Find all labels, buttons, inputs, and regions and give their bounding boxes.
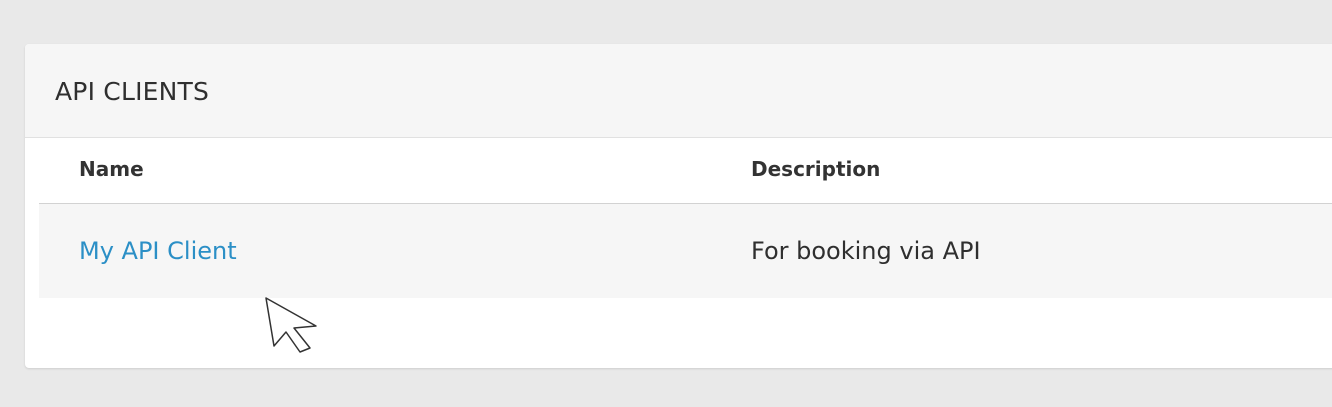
api-clients-table: Name Description My API Client For booki…	[39, 137, 1332, 298]
table-row[interactable]: My API Client For booking via API	[39, 204, 1332, 298]
api-client-description: For booking via API	[751, 237, 981, 265]
api-client-name-link[interactable]: My API Client	[79, 237, 237, 265]
panel-title: API CLIENTS	[55, 77, 210, 106]
panel-header: API CLIENTS	[25, 44, 1332, 138]
table-header: Name Description	[39, 137, 1332, 204]
column-header-name[interactable]: Name	[79, 157, 144, 181]
column-header-description[interactable]: Description	[751, 157, 880, 181]
